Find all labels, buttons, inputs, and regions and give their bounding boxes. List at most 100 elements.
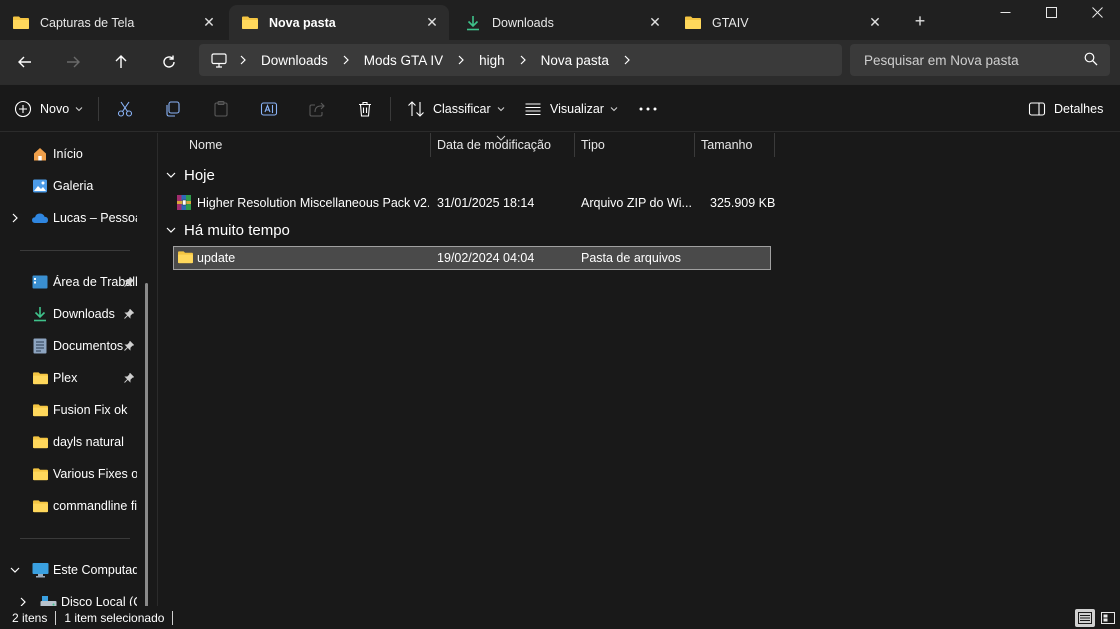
pin-icon[interactable]	[122, 339, 136, 353]
nav-item-plex[interactable]: Plex	[0, 364, 145, 392]
chevron-down-icon[interactable]	[164, 168, 178, 182]
more-options-button[interactable]	[638, 97, 658, 121]
close-icon[interactable]: ✕	[423, 13, 441, 31]
details-view-button[interactable]	[1075, 609, 1095, 627]
cut-button[interactable]	[116, 97, 134, 121]
column-header-name[interactable]: Nome	[183, 133, 430, 157]
nav-item-dayls-natural[interactable]: dayls natural	[0, 428, 145, 456]
file-row[interactable]: Higher Resolution Miscellaneous Pack v2.…	[173, 191, 775, 215]
chevron-down-icon	[610, 106, 618, 112]
home-icon	[31, 145, 49, 163]
chevron-right-icon[interactable]	[16, 595, 30, 606]
group-header-today[interactable]: Hoje	[164, 164, 215, 186]
details-button[interactable]: Detalhes	[1028, 97, 1103, 121]
chevron-right-icon[interactable]	[239, 55, 247, 65]
nav-item-local-disk[interactable]: Disco Local (C:)	[0, 588, 145, 606]
nav-item-desktop[interactable]: Área de Trabalho	[0, 268, 145, 296]
chevron-right-icon[interactable]	[457, 55, 465, 65]
cloud-icon	[31, 209, 49, 227]
file-row[interactable]: update 19/02/2024 04:04 Pasta de arquivo…	[173, 246, 771, 270]
folder-icon	[241, 14, 259, 32]
nav-item-home[interactable]: Início	[0, 140, 145, 168]
status-bar: 2 itens 1 item selecionado	[0, 606, 1120, 629]
maximize-button[interactable]	[1028, 0, 1074, 24]
details-view-icon	[1078, 612, 1092, 624]
column-header-size[interactable]: Tamanho	[695, 133, 774, 157]
chevron-down-icon[interactable]	[164, 223, 178, 237]
file-type: Arquivo ZIP do Wi...	[581, 196, 691, 210]
chevron-right-icon[interactable]	[623, 55, 631, 65]
nav-item-fusion-fix[interactable]: Fusion Fix ok	[0, 396, 145, 424]
monitor-icon[interactable]	[211, 52, 227, 68]
sort-icon	[408, 101, 424, 117]
folder-icon	[31, 433, 49, 451]
nav-item-various-fixes[interactable]: Various Fixes ok	[0, 460, 145, 488]
rename-button[interactable]	[260, 97, 278, 121]
share-button[interactable]	[308, 97, 326, 121]
nav-item-onedrive[interactable]: Lucas – Pessoal	[0, 204, 145, 232]
nav-item-gallery[interactable]: Galeria	[0, 172, 145, 200]
chevron-down-icon[interactable]	[8, 563, 22, 577]
tab-downloads[interactable]: Downloads ✕	[452, 5, 672, 40]
view-list-icon	[525, 103, 541, 116]
close-icon[interactable]: ✕	[200, 13, 218, 31]
column-label: Tamanho	[701, 138, 753, 152]
scissors-icon	[117, 101, 133, 117]
file-list: Nome Data de modificação Tipo Tamanho Ho…	[157, 133, 1120, 606]
column-header-type[interactable]: Tipo	[575, 133, 694, 157]
chevron-right-icon[interactable]	[342, 55, 350, 65]
sort-button[interactable]: Classificar	[407, 97, 505, 121]
tab-label: Nova pasta	[269, 15, 336, 30]
column-label: Nome	[189, 138, 223, 152]
search-icon[interactable]	[1084, 52, 1098, 69]
column-header-date[interactable]: Data de modificação	[431, 133, 574, 157]
rename-icon	[260, 102, 278, 116]
nav-item-downloads[interactable]: Downloads	[0, 300, 145, 328]
new-button[interactable]: Novo	[14, 97, 83, 121]
column-divider[interactable]	[774, 133, 775, 157]
breadcrumb-item-high[interactable]: high	[479, 53, 505, 68]
minimize-button[interactable]	[982, 0, 1028, 24]
close-icon[interactable]: ✕	[646, 13, 664, 31]
close-window-button[interactable]	[1074, 0, 1120, 24]
nav-scrollbar[interactable]	[145, 283, 148, 606]
view-button[interactable]: Visualizar	[524, 97, 618, 121]
breadcrumb-item-mods-gta-iv[interactable]: Mods GTA IV	[364, 53, 443, 68]
tiles-view-button[interactable]	[1098, 609, 1118, 627]
title-bar: Capturas de Tela ✕ Nova pasta ✕ Download…	[0, 0, 1120, 40]
folder-icon	[31, 401, 49, 419]
forward-button[interactable]	[58, 48, 88, 76]
delete-button[interactable]	[356, 97, 374, 121]
nav-item-this-pc[interactable]: Este Computador	[0, 556, 145, 584]
chevron-down-icon	[497, 106, 505, 112]
paste-button[interactable]	[212, 97, 230, 121]
refresh-button[interactable]	[154, 48, 184, 76]
up-button[interactable]	[106, 48, 136, 76]
pin-icon[interactable]	[122, 275, 136, 289]
close-icon[interactable]: ✕	[866, 13, 884, 31]
column-label: Data de modificação	[437, 138, 551, 152]
file-size: 325.909 KB	[710, 196, 776, 210]
tab-nova-pasta[interactable]: Nova pasta ✕	[229, 5, 449, 40]
chevron-right-icon[interactable]	[8, 211, 22, 225]
search-input[interactable]: Pesquisar em Nova pasta	[850, 44, 1110, 76]
breadcrumb[interactable]: Downloads Mods GTA IV high Nova pasta	[199, 44, 842, 76]
pin-icon[interactable]	[122, 307, 136, 321]
breadcrumb-item-nova-pasta[interactable]: Nova pasta	[541, 53, 609, 68]
pin-icon[interactable]	[122, 371, 136, 385]
back-button[interactable]	[10, 48, 40, 76]
new-tab-button[interactable]: +	[908, 10, 932, 32]
copy-button[interactable]	[164, 97, 182, 121]
details-label: Detalhes	[1054, 102, 1104, 116]
nav-item-documents[interactable]: Documentos	[0, 332, 145, 360]
tab-gtaiv[interactable]: GTAIV ✕	[672, 5, 892, 40]
nav-item-commandline-fix[interactable]: commandline fix	[0, 492, 145, 520]
breadcrumb-item-downloads[interactable]: Downloads	[261, 53, 328, 68]
item-count: 2 itens	[12, 610, 48, 625]
share-icon	[309, 102, 325, 117]
chevron-down-icon	[75, 106, 83, 112]
folder-icon	[31, 497, 49, 515]
tab-capturas-de-tela[interactable]: Capturas de Tela ✕	[0, 5, 226, 40]
chevron-right-icon[interactable]	[519, 55, 527, 65]
group-header-long-ago[interactable]: Há muito tempo	[164, 219, 290, 241]
